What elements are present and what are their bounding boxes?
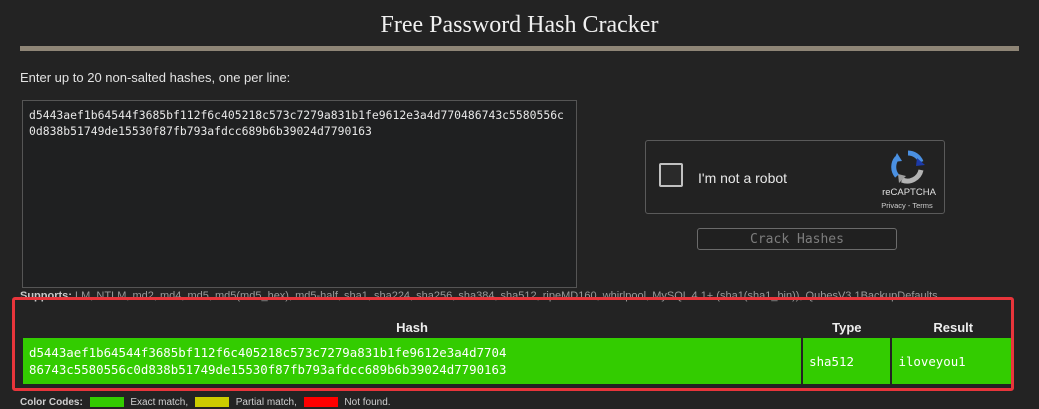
supported-algorithms: Supports: LM, NTLM, md2, md4, md5, md5(m… — [20, 290, 1020, 304]
hash-line: d5443aef1b64544f3685bf112f6c405218c573c7… — [29, 345, 507, 360]
results-header-row: Hash Type Result — [23, 318, 1014, 336]
result-cell: iloveyou1 — [892, 338, 1014, 384]
type-column-header: Type — [803, 318, 891, 336]
result-column-header: Result — [892, 318, 1014, 336]
recaptcha-brand: reCAPTCHA — [882, 187, 936, 198]
results-table: Hash Type Result d5443aef1b64544f3685bf1… — [21, 316, 1016, 386]
legend-swatch-exact — [89, 397, 124, 408]
recaptcha-logo-icon — [891, 150, 925, 184]
recaptcha-checkbox[interactable] — [659, 163, 683, 187]
hash-input-prompt: Enter up to 20 non-salted hashes, one pe… — [20, 70, 291, 85]
legend-swatch-notfound — [303, 397, 338, 408]
crack-hashes-button[interactable]: Crack Hashes — [697, 228, 897, 250]
recaptcha-widget[interactable]: I'm not a robot reCAPTCHA Privacy - Term… — [645, 140, 945, 214]
hash-line: 86743c5580556c0d838b51749de15530f87fb793… — [29, 362, 507, 377]
supports-list: LM, NTLM, md2, md4, md5, md5(md5_hex), m… — [75, 290, 938, 302]
supports-label: Supports: — [20, 290, 72, 302]
hash-column-header: Hash — [23, 318, 802, 336]
hash-cell: d5443aef1b64544f3685bf112f6c405218c573c7… — [23, 338, 802, 384]
recaptcha-privacy-terms[interactable]: Privacy - Terms — [872, 201, 942, 210]
color-codes-legend: Color Codes: Exact match, Partial match,… — [20, 397, 391, 409]
hash-input-textarea[interactable]: d5443aef1b64544f3685bf112f6c405218c573c7… — [22, 100, 577, 288]
page-title: Free Password Hash Cracker — [380, 12, 659, 38]
type-cell: sha512 — [803, 338, 891, 384]
legend-swatch-partial — [194, 397, 229, 408]
title-divider — [20, 46, 1019, 51]
recaptcha-label: I'm not a robot — [698, 170, 788, 186]
table-row: d5443aef1b64544f3685bf112f6c405218c573c7… — [23, 338, 1014, 384]
